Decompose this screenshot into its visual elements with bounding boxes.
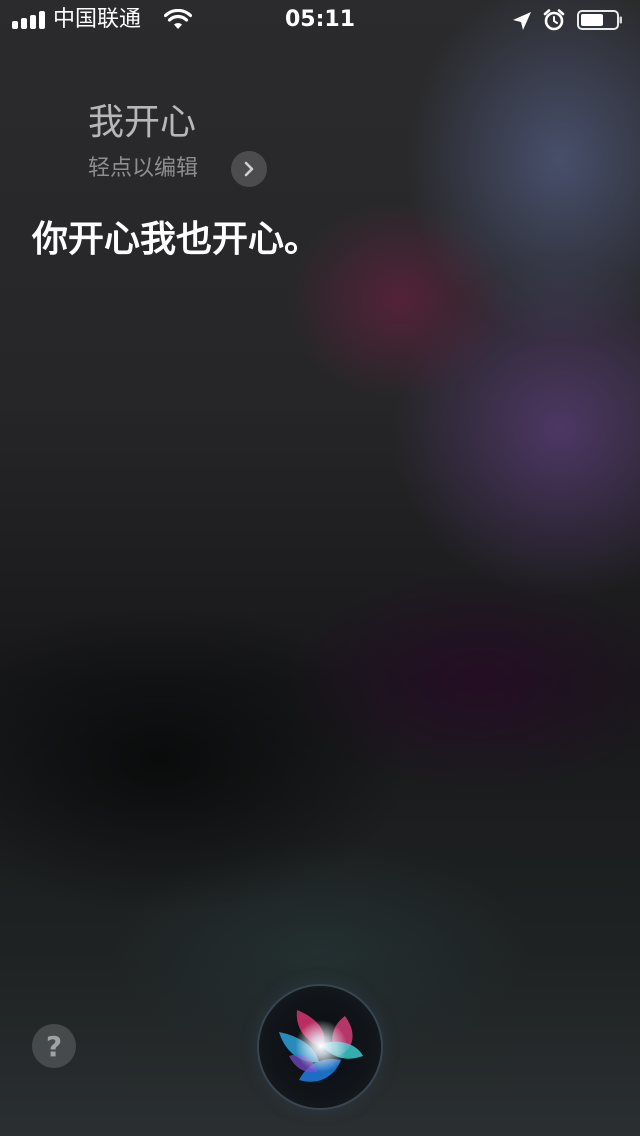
status-bar: 中国联通 05:11 [0, 0, 640, 40]
siri-response-text: 你开心我也开心。 [32, 219, 321, 260]
siri-orb-button[interactable] [259, 986, 381, 1108]
question-mark-icon: ? [45, 1029, 63, 1063]
chevron-right-icon [244, 161, 254, 177]
tap-to-edit-hint[interactable]: 轻点以编辑 [88, 154, 198, 184]
help-button[interactable]: ? [32, 1024, 76, 1068]
battery-icon [577, 10, 622, 30]
siri-orb-icon [279, 1010, 363, 1082]
location-arrow-icon [513, 12, 531, 30]
siri-screen: 中国联通 05:11 我开心 轻点以编辑 你开心我也开心。 ? [0, 0, 640, 1136]
edit-chevron-button[interactable] [231, 151, 267, 187]
alarm-clock-icon [543, 9, 565, 31]
siri-query-text[interactable]: 我开心 [88, 100, 196, 146]
